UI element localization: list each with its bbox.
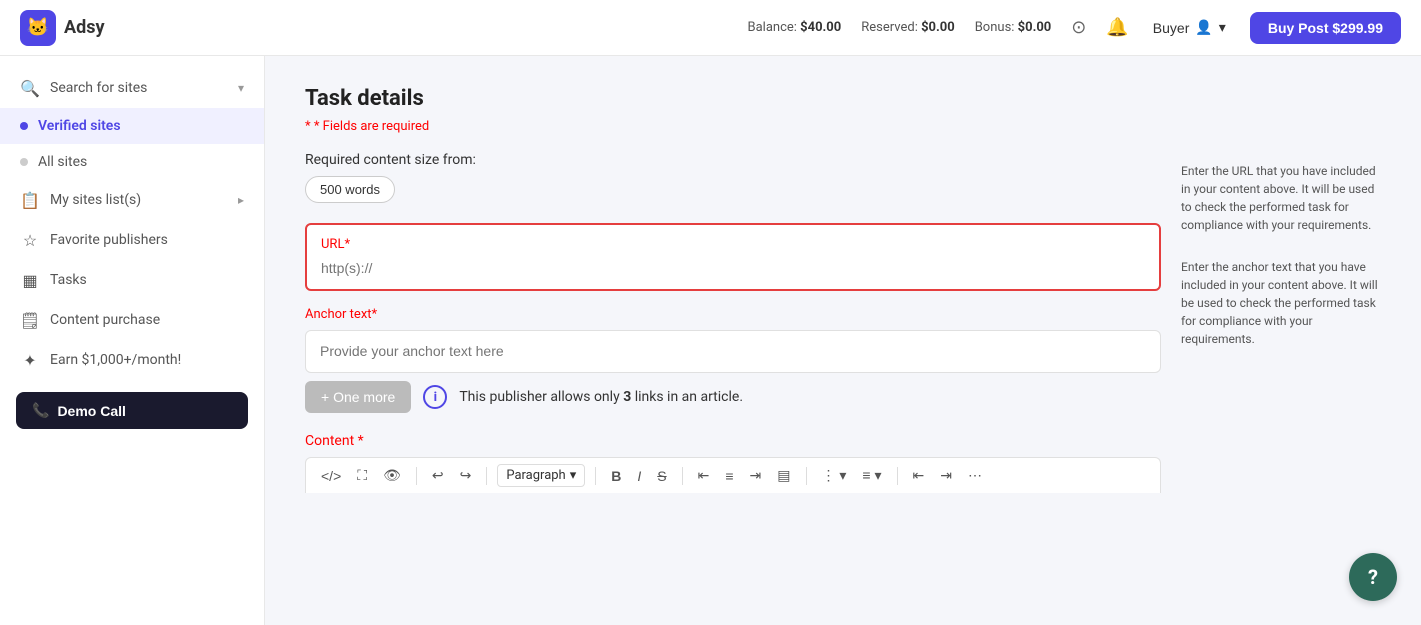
indent-btn[interactable]: ⇥ xyxy=(935,464,957,487)
content-size-label: Required content size from: xyxy=(305,152,1161,168)
toolbar-separator xyxy=(416,467,417,485)
sidebar-item-label: All sites xyxy=(38,154,87,170)
app-layout: 🔍 Search for sites ▾ Verified sites All … xyxy=(0,56,1421,625)
align-left-btn[interactable]: ⇤ xyxy=(693,464,715,487)
reserved-label: Reserved: $0.00 xyxy=(861,20,954,35)
preview-btn[interactable]: 👁 xyxy=(378,464,406,487)
align-center-btn[interactable]: ≡ xyxy=(720,465,738,487)
user-avatar-icon: 👤 xyxy=(1195,19,1212,36)
code-view-btn[interactable]: </> xyxy=(316,465,346,487)
toolbar-separator xyxy=(486,467,487,485)
messages-icon[interactable]: ⊙ xyxy=(1067,13,1090,42)
more-btn[interactable]: ⋯ xyxy=(963,464,987,487)
sidebar-item-content-purchase[interactable]: 🗒 Content purchase xyxy=(0,300,264,340)
help-button[interactable]: ? xyxy=(1349,553,1397,601)
header-right: Balance: $40.00 Reserved: $0.00 Bonus: $… xyxy=(747,12,1401,44)
url-label: URL* xyxy=(321,237,1145,252)
sidebar-item-label: Earn $1,000+/month! xyxy=(50,352,181,368)
header-balance: Balance: $40.00 Reserved: $0.00 Bonus: $… xyxy=(747,20,1051,35)
content-purchase-icon: 🗒 xyxy=(20,310,40,330)
notifications-icon[interactable]: 🔔 xyxy=(1102,13,1132,42)
url-field-container: URL* xyxy=(305,223,1161,291)
content-size-pill[interactable]: 500 words xyxy=(305,176,395,203)
undo-btn[interactable]: ↩ xyxy=(427,464,449,487)
sidebar-item-verified-sites[interactable]: Verified sites xyxy=(0,108,264,144)
search-icon: 🔍 xyxy=(20,78,40,98)
redo-btn[interactable]: ↪ xyxy=(455,464,477,487)
anchor-field-container xyxy=(305,330,1161,373)
app-logo: 🐱 Adsy xyxy=(20,10,105,46)
anchor-label: Anchor text* xyxy=(305,307,1161,322)
content-size-section: Required content size from: 500 words xyxy=(305,152,1161,203)
unordered-list-btn[interactable]: ⋮ ▾ xyxy=(817,464,852,487)
sidebar-item-label: Verified sites xyxy=(38,118,121,134)
main-content: Task details * * Fields are required Req… xyxy=(265,56,1421,625)
logo-icon: 🐱 xyxy=(20,10,56,46)
sidebar-item-label: Tasks xyxy=(50,272,87,288)
editor-toolbar: </> ⛶ 👁 ↩ ↪ Paragraph ▾ B I xyxy=(305,457,1161,493)
strikethrough-btn[interactable]: S xyxy=(652,465,671,487)
side-note-url: Enter the URL that you have included in … xyxy=(1181,162,1381,234)
sidebar-item-tasks[interactable]: ▦ Tasks xyxy=(0,260,264,300)
sidebar-item-all-sites[interactable]: All sites xyxy=(0,144,264,180)
earn-icon: ✦ xyxy=(20,350,40,370)
sidebar-item-search-for-sites[interactable]: 🔍 Search for sites ▾ xyxy=(0,68,264,108)
sidebar-item-label: My sites list(s) xyxy=(50,192,141,208)
balance-label: Balance: $40.00 xyxy=(747,20,841,35)
form-area: Required content size from: 500 words UR… xyxy=(305,152,1161,493)
outdent-btn[interactable]: ⇤ xyxy=(908,464,930,487)
demo-call-button[interactable]: 📞 Demo Call xyxy=(16,392,248,429)
chevron-down-icon: ▾ xyxy=(570,468,577,483)
url-input[interactable] xyxy=(321,260,1145,276)
sidebar-item-label: Favorite publishers xyxy=(50,232,168,248)
bonus-label: Bonus: $0.00 xyxy=(975,20,1052,35)
align-justify-btn[interactable]: ▤ xyxy=(772,464,795,487)
buy-post-button[interactable]: Buy Post $299.99 xyxy=(1250,12,1401,44)
logo-text: Adsy xyxy=(64,17,105,38)
sidebar-item-earn[interactable]: ✦ Earn $1,000+/month! xyxy=(0,340,264,380)
user-label: Buyer xyxy=(1153,20,1190,36)
anchor-input[interactable] xyxy=(320,343,1146,359)
ordered-list-btn[interactable]: ≡ ▾ xyxy=(857,464,886,487)
sidebar-item-label: Content purchase xyxy=(50,312,160,328)
fullscreen-btn[interactable]: ⛶ xyxy=(352,464,372,487)
toolbar-separator xyxy=(595,467,596,485)
side-note-anchor: Enter the anchor text that you have incl… xyxy=(1181,258,1381,348)
anchor-section: Anchor text* xyxy=(305,307,1161,373)
star-icon: ☆ xyxy=(20,230,40,250)
chevron-right-icon: ▸ xyxy=(238,193,244,207)
align-right-btn[interactable]: ⇥ xyxy=(745,464,767,487)
active-dot xyxy=(20,122,28,130)
dot-icon xyxy=(20,158,28,166)
action-row: + One more i This publisher allows only … xyxy=(305,381,1161,413)
page-title: Task details xyxy=(305,86,1381,111)
content-section: Content * </> ⛶ 👁 ↩ ↪ Paragraph ▾ xyxy=(305,433,1161,493)
chevron-down-icon: ▾ xyxy=(1219,19,1226,36)
required-note: * * Fields are required xyxy=(305,119,1381,134)
side-notes: Enter the URL that you have included in … xyxy=(1181,152,1381,493)
sidebar-item-favorite-publishers[interactable]: ☆ Favorite publishers xyxy=(0,220,264,260)
sidebar-item-my-sites-list[interactable]: 📋 My sites list(s) ▸ xyxy=(0,180,264,220)
content-label: Content * xyxy=(305,433,1161,449)
one-more-button[interactable]: + One more xyxy=(305,381,411,413)
toolbar-separator xyxy=(806,467,807,485)
user-menu-button[interactable]: Buyer 👤 ▾ xyxy=(1145,15,1234,40)
bold-btn[interactable]: B xyxy=(606,465,626,487)
sidebar-item-label: Search for sites xyxy=(50,80,147,96)
info-icon[interactable]: i xyxy=(423,385,447,409)
demo-call-label: Demo Call xyxy=(57,403,125,419)
toolbar-separator xyxy=(897,467,898,485)
tasks-icon: ▦ xyxy=(20,270,40,290)
chevron-right-icon: ▾ xyxy=(238,81,244,95)
paragraph-select[interactable]: Paragraph ▾ xyxy=(497,464,585,487)
italic-btn[interactable]: I xyxy=(632,465,646,487)
publisher-links-info: This publisher allows only 3 links in an… xyxy=(459,389,743,405)
toolbar-separator xyxy=(682,467,683,485)
form-wrapper: Required content size from: 500 words UR… xyxy=(305,152,1381,493)
app-header: 🐱 Adsy Balance: $40.00 Reserved: $0.00 B… xyxy=(0,0,1421,56)
sidebar: 🔍 Search for sites ▾ Verified sites All … xyxy=(0,56,265,625)
list-icon: 📋 xyxy=(20,190,40,210)
header-icons: ⊙ 🔔 Buyer 👤 ▾ xyxy=(1067,13,1234,42)
phone-icon: 📞 xyxy=(32,402,49,419)
